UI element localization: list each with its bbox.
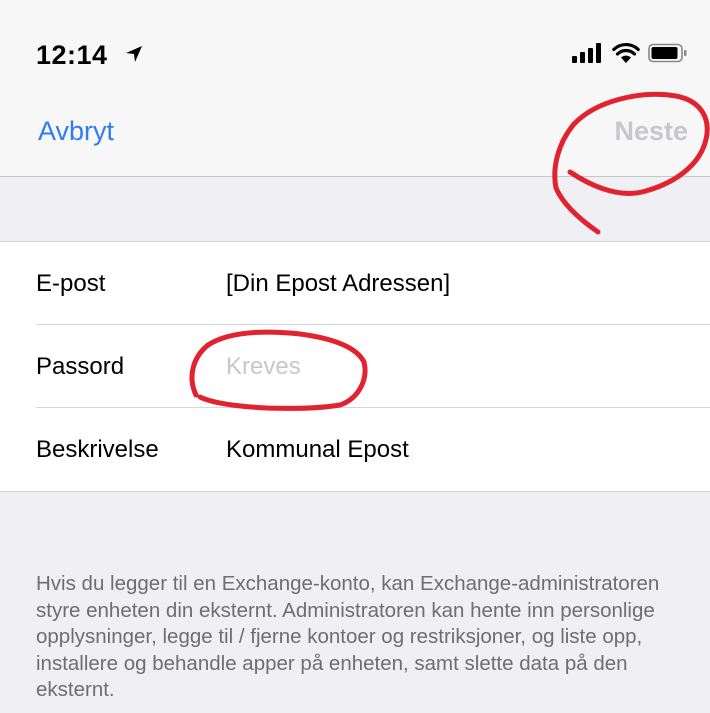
next-button[interactable]: Neste: [614, 116, 688, 147]
navigation-bar: Avbryt Neste: [0, 94, 710, 177]
description-row[interactable]: Beskrivelse Kommunal Epost: [0, 408, 710, 491]
password-label: Passord: [36, 353, 125, 380]
description-field[interactable]: Kommunal Epost: [226, 436, 409, 464]
status-time: 12:14: [36, 40, 108, 70]
location-arrow-icon: [126, 46, 142, 62]
email-field[interactable]: [Din Epost Adressen]: [226, 270, 450, 298]
description-label: Beskrivelse: [36, 436, 159, 463]
exchange-info-text: Hvis du legger til en Exchange-konto, ka…: [36, 572, 660, 701]
email-row[interactable]: E-post [Din Epost Adressen]: [0, 242, 710, 325]
battery-icon: [648, 43, 687, 63]
password-field[interactable]: Kreves: [226, 353, 301, 381]
cellular-signal-icon: [572, 43, 601, 63]
wifi-icon: [612, 42, 640, 63]
status-bar: 12:14: [0, 0, 710, 94]
password-row[interactable]: Passord Kreves: [0, 325, 710, 408]
status-icons: [572, 42, 688, 64]
email-label: E-post: [36, 270, 106, 297]
cancel-button[interactable]: Avbryt: [38, 116, 114, 147]
account-form: E-post [Din Epost Adressen] Passord Krev…: [0, 241, 710, 492]
